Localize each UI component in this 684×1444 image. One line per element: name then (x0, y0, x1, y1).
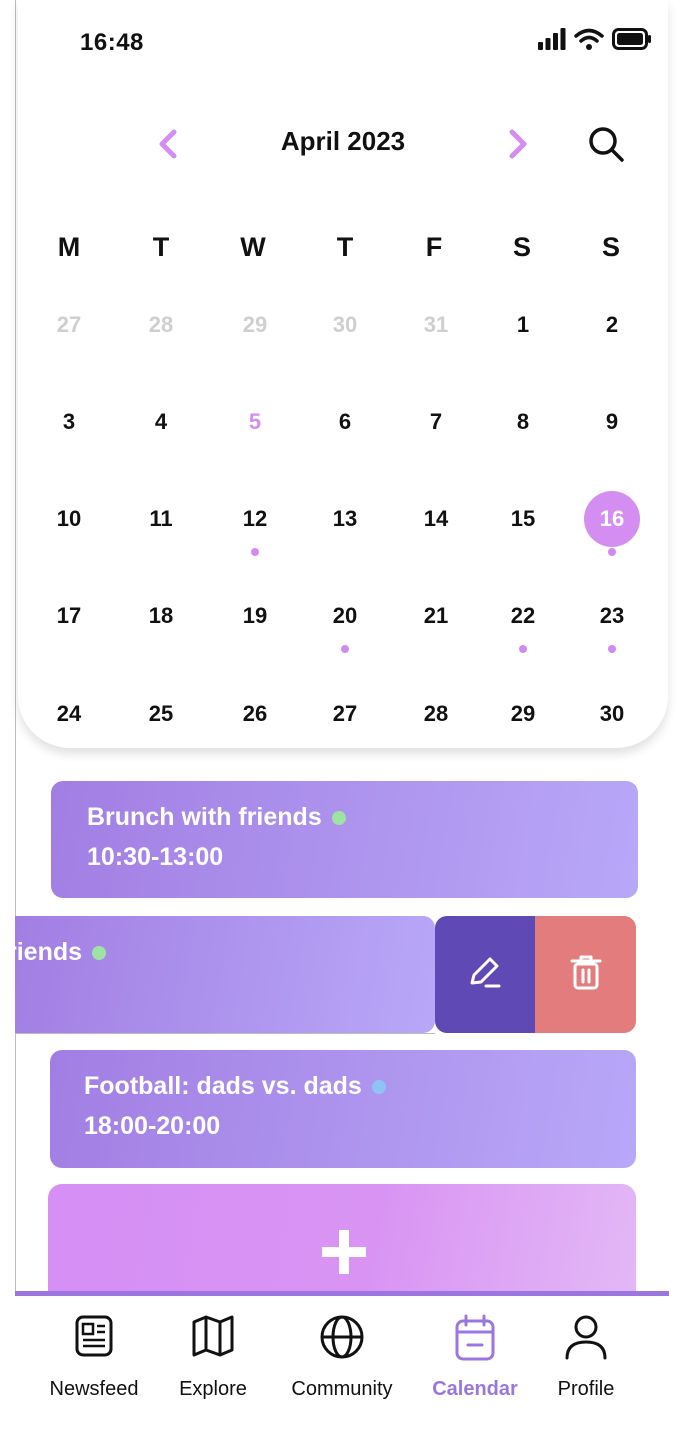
calendar-day[interactable]: 18 (133, 588, 189, 644)
calendar-day[interactable]: 30 (317, 297, 373, 353)
calendar-day[interactable]: 15 (495, 491, 551, 547)
event-indicator-dot (608, 548, 616, 556)
calendar-day[interactable]: 2 (584, 297, 640, 353)
event-status-dot (331, 810, 346, 825)
cellular-signal-icon (538, 28, 566, 55)
calendar-day[interactable]: 3 (41, 394, 97, 450)
calendar-day-selected[interactable]: 16 (584, 491, 640, 547)
plus-icon (322, 1230, 366, 1279)
event-indicator-dot (341, 645, 349, 653)
event-title: Brunch with friends (87, 803, 322, 831)
event-card[interactable]: Football: dads vs. dads 18:00-20:00 (50, 1050, 636, 1168)
calendar-day[interactable]: 20 (317, 588, 373, 644)
event-title: Football: dads vs. dads (84, 1072, 362, 1100)
calendar-day[interactable]: 28 (133, 297, 189, 353)
trash-icon (567, 952, 605, 997)
globe-icon (272, 1314, 412, 1362)
event-card[interactable]: Brunch with friends 10:30-13:00 (51, 781, 638, 898)
battery-icon (612, 28, 652, 55)
wifi-icon (574, 28, 604, 55)
person-icon (516, 1314, 656, 1362)
delete-event-button[interactable] (535, 916, 636, 1033)
calendar-day[interactable]: 25 (133, 686, 189, 742)
event-title-row: Brunch with friends (87, 803, 346, 832)
tab-label: Profile (557, 1378, 615, 1400)
tab-community[interactable]: Community (272, 1314, 412, 1401)
calendar-day[interactable]: 11 (133, 491, 189, 547)
calendar-day[interactable]: 24 (41, 686, 97, 742)
status-time: 16:48 (80, 29, 144, 56)
event-title: riends (15, 938, 83, 966)
event-card[interactable]: riends (15, 916, 435, 1033)
day-grid: 27 28 29 30 31 1 2 3 4 5 6 7 8 9 10 11 12 13 14 15 16 17 18 19 2… (18, 0, 668, 748)
calendar-day[interactable]: 22 (495, 588, 551, 644)
calendar-day[interactable]: 6 (317, 394, 373, 450)
event-status-dot (92, 945, 107, 960)
calendar-day[interactable]: 23 (584, 588, 640, 644)
calendar-day[interactable]: 29 (227, 297, 283, 353)
edit-event-button[interactable] (435, 916, 535, 1033)
calendar-day[interactable]: 5 (227, 394, 283, 450)
event-indicator-dot (519, 645, 527, 653)
calendar-day[interactable]: 28 (408, 686, 464, 742)
calendar-day[interactable]: 8 (495, 394, 551, 450)
bottom-tab-bar: Newsfeed Explore Community Calendar Prof… (15, 1291, 669, 1431)
calendar-day[interactable]: 19 (227, 588, 283, 644)
calendar-day[interactable]: 14 (408, 491, 464, 547)
calendar-day[interactable]: 21 (408, 588, 464, 644)
tab-profile[interactable]: Profile (516, 1314, 656, 1401)
map-icon (143, 1314, 283, 1362)
event-time: 10:30-13:00 (87, 843, 224, 871)
calendar-day[interactable]: 12 (227, 491, 283, 547)
event-indicator-dot (608, 645, 616, 653)
event-time: 18:00-20:00 (84, 1112, 221, 1140)
event-title-row: Football: dads vs. dads (84, 1072, 386, 1101)
event-title-row: riends (15, 938, 107, 967)
swiped-event-row[interactable]: riends (15, 916, 636, 1034)
calendar-day[interactable]: 7 (408, 394, 464, 450)
status-icons (538, 28, 652, 55)
calendar-day[interactable]: 1 (495, 297, 551, 353)
tab-label: Community (291, 1378, 393, 1400)
tab-explore[interactable]: Explore (143, 1314, 283, 1401)
calendar-day[interactable]: 26 (227, 686, 283, 742)
divider (15, 1033, 435, 1034)
calendar-day[interactable]: 30 (584, 686, 640, 742)
pencil-icon (466, 953, 504, 996)
calendar-day[interactable]: 27 (317, 686, 373, 742)
calendar-day[interactable]: 27 (41, 297, 97, 353)
calendar-day[interactable]: 10 (41, 491, 97, 547)
event-indicator-dot (251, 548, 259, 556)
event-status-dot (371, 1079, 386, 1094)
calendar-card: April 2023 M T W T F S S 27 28 29 30 31 1 2 3 4 5… (18, 0, 668, 748)
left-edge-line (15, 0, 16, 1425)
tab-label: Explore (179, 1378, 247, 1400)
calendar-day[interactable]: 17 (41, 588, 97, 644)
calendar-day[interactable]: 13 (317, 491, 373, 547)
calendar-day[interactable]: 4 (133, 394, 189, 450)
calendar-day[interactable]: 9 (584, 394, 640, 450)
calendar-day[interactable]: 29 (495, 686, 551, 742)
calendar-day[interactable]: 31 (408, 297, 464, 353)
